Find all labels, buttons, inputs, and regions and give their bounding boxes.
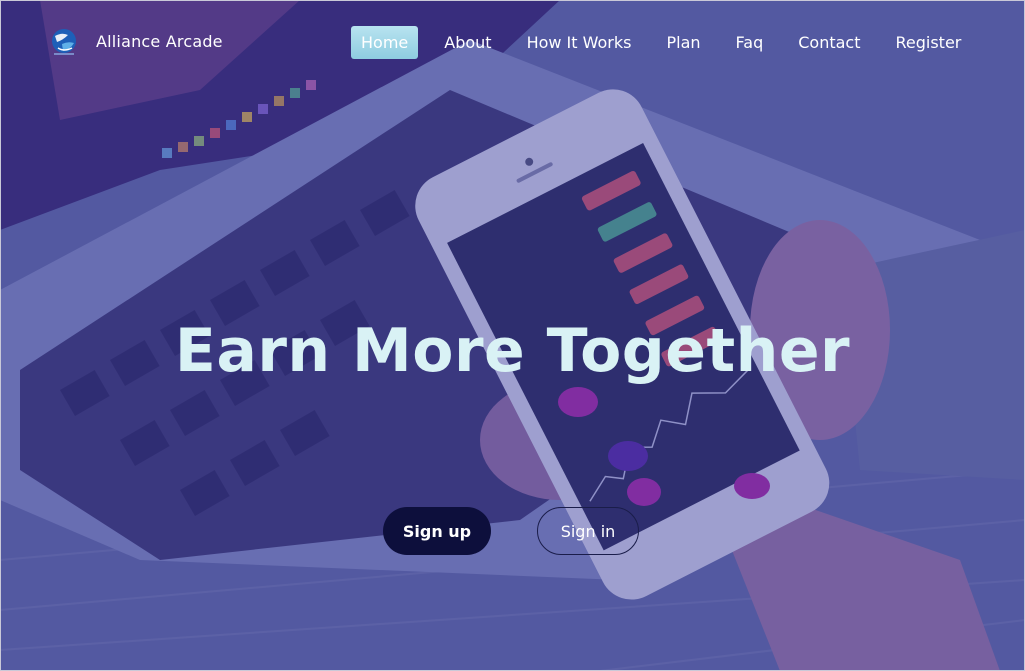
nav-item-plan[interactable]: Plan [656,26,710,59]
hero-headline: Earn More Together [174,316,851,386]
nav-item-about[interactable]: About [434,26,501,59]
brand-name[interactable]: Alliance Arcade [96,32,223,51]
signin-button[interactable]: Sign in [537,507,639,555]
nav-item-contact[interactable]: Contact [788,26,870,59]
nav-item-home[interactable]: Home [351,26,419,59]
signup-button[interactable]: Sign up [383,507,491,555]
globe-logo-icon[interactable] [48,26,80,58]
nav-item-register[interactable]: Register [885,26,971,59]
main-menu: Home About How It Works Plan Faq Contact… [351,26,986,59]
navbar: Alliance Arcade Home About How It Works … [0,0,1025,84]
nav-item-faq[interactable]: Faq [726,26,774,59]
nav-item-how-it-works[interactable]: How It Works [517,26,642,59]
